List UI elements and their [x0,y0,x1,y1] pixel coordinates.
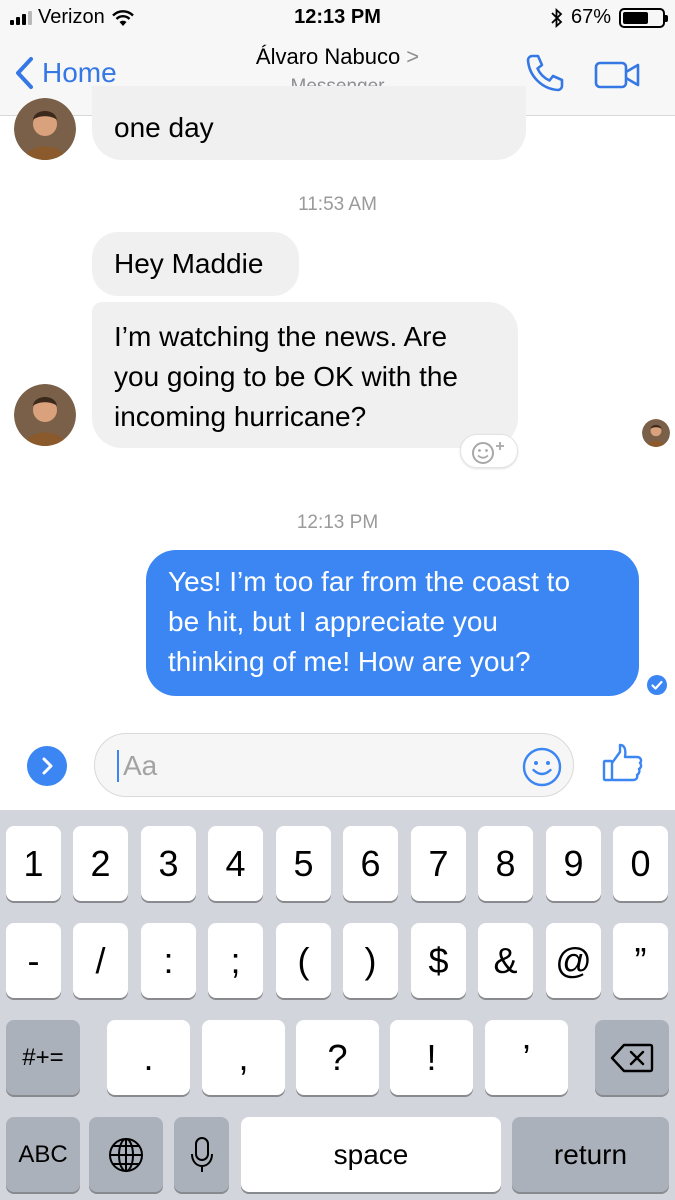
message-line: be hit, but I appreciate you [168,606,498,637]
message-bubble-incoming[interactable]: Hey Maddie [92,232,299,296]
key-colon[interactable]: : [141,923,196,998]
message-input-placeholder: Aa [123,750,158,781]
message-text: one day [114,112,214,143]
return-key[interactable]: return [512,1117,669,1192]
contact-avatar[interactable] [14,384,76,446]
timestamp: 11:53 AM [298,194,377,215]
contact-name-text: Álvaro Nabuco [255,44,401,69]
add-reaction-button[interactable] [460,434,518,468]
battery-icon [619,7,668,28]
text-caret [117,750,119,782]
message-bubble-incoming[interactable]: I’m watching the news. Are you going to … [92,302,518,448]
key-8[interactable]: 8 [478,826,533,901]
keyboard: 1 2 3 4 5 6 7 8 9 0 - / : ; ( ) $ & @ ” … [0,810,675,1200]
key-4[interactable]: 4 [208,826,263,901]
phone-call-icon[interactable] [524,52,566,94]
chevron-right-icon [42,757,53,775]
message-line: thinking of me! How are you? [168,646,531,677]
key-9[interactable]: 9 [546,826,601,901]
space-key[interactable]: space [241,1117,501,1192]
message-line: I’m watching the news. Are [114,321,448,352]
key-5[interactable]: 5 [276,826,331,901]
key-7[interactable]: 7 [411,826,466,901]
add-reaction-icon [472,442,504,464]
key-2[interactable]: 2 [73,826,128,901]
key-more-symbols[interactable]: #+= [6,1020,80,1095]
chevron-right-icon: > [406,44,420,69]
backspace-icon [610,1043,654,1072]
key-1[interactable]: 1 [6,826,61,901]
status-bar: Verizon 12:13 PM 67% [0,0,675,38]
sent-check-icon [647,675,667,695]
key-abc[interactable]: ABC [6,1117,80,1192]
key-at[interactable]: @ [546,923,601,998]
microphone-icon [190,1136,213,1172]
message-bubble-incoming[interactable]: one day [92,86,526,160]
message-bubble-outgoing[interactable]: Yes! I’m too far from the coast to be hi… [146,550,639,696]
contact-name[interactable]: Álvaro Nabuco > [0,44,675,70]
video-call-icon[interactable] [594,60,642,90]
key-6[interactable]: 6 [343,826,398,901]
key-exclamation[interactable]: ! [390,1020,473,1095]
key-3[interactable]: 3 [141,826,196,901]
backspace-key[interactable] [595,1020,669,1095]
key-comma[interactable]: , [202,1020,285,1095]
key-hyphen[interactable]: - [6,923,61,998]
key-0[interactable]: 0 [613,826,668,901]
message-line: incoming hurricane? [114,401,367,432]
globe-icon [109,1137,143,1172]
thumbs-up-icon[interactable] [601,742,645,784]
battery-percent: 67% [570,6,611,28]
message-line: Yes! I’m too far from the coast to [168,566,571,597]
key-close-paren[interactable]: ) [343,923,398,998]
key-ampersand[interactable]: & [478,923,533,998]
key-open-paren[interactable]: ( [276,923,331,998]
contact-avatar[interactable] [14,98,76,160]
expand-actions-button[interactable] [27,746,67,786]
key-apostrophe[interactable]: ’ [485,1020,568,1095]
key-semicolon[interactable]: ; [208,923,263,998]
read-receipt-avatar [642,419,670,447]
globe-key[interactable] [89,1117,163,1192]
key-period[interactable]: . [107,1020,190,1095]
status-right: 67% [551,6,668,29]
dictation-key[interactable] [174,1117,229,1192]
key-quote[interactable]: ” [613,923,668,998]
message-line: you going to be OK with the [114,361,458,392]
key-slash[interactable]: / [73,923,128,998]
emoji-icon[interactable] [521,746,563,788]
key-dollar[interactable]: $ [411,923,466,998]
bluetooth-icon [551,7,563,28]
message-text: Hey Maddie [114,248,264,279]
timestamp: 12:13 PM [296,512,379,533]
message-input[interactable]: Aa [94,733,574,797]
key-question[interactable]: ? [296,1020,379,1095]
